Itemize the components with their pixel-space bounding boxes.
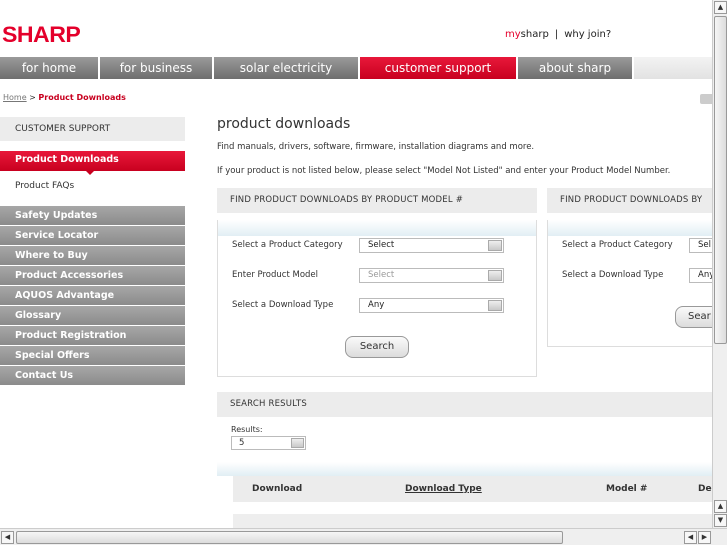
search-button-2[interactable]: Sear bbox=[675, 306, 712, 328]
column-download-type[interactable]: Download Type bbox=[405, 484, 482, 494]
nav-tab-about-sharp[interactable]: about sharp bbox=[518, 57, 634, 79]
breadcrumb: Home > Product Downloads bbox=[3, 93, 126, 102]
category-select[interactable]: Select bbox=[359, 238, 504, 253]
nav-tab-for-home[interactable]: for home bbox=[0, 57, 100, 79]
my-sharp-label: sharp bbox=[520, 29, 549, 40]
search-button[interactable]: Search bbox=[345, 336, 409, 358]
download-type-select-2-value: Any bbox=[698, 270, 712, 280]
sidebar-item-product-registration[interactable]: Product Registration bbox=[0, 326, 185, 346]
horizontal-scrollbar[interactable]: ◀ ◀ ▶ bbox=[0, 528, 727, 545]
sidebar-item-product-accessories[interactable]: Product Accessories bbox=[0, 266, 185, 286]
category-label-2: Select a Product Category bbox=[562, 240, 673, 250]
top-link-separator: | bbox=[554, 29, 559, 40]
chevron-down-icon bbox=[488, 240, 502, 251]
column-model: Model # bbox=[606, 484, 648, 494]
top-links: mysharp | why join? bbox=[505, 29, 611, 40]
horizontal-scroll-thumb[interactable] bbox=[16, 531, 563, 544]
sidebar-item-special-offers[interactable]: Special Offers bbox=[0, 346, 185, 366]
my-sharp-link[interactable]: mysharp bbox=[505, 29, 549, 40]
my-prefix: my bbox=[505, 29, 521, 40]
category-select-value: Select bbox=[368, 240, 395, 250]
download-type-label: Select a Download Type bbox=[232, 300, 334, 310]
model-select[interactable]: Select bbox=[359, 268, 504, 283]
sidebar-item-glossary[interactable]: Glossary bbox=[0, 306, 185, 326]
scroll-down-icon[interactable]: ▼ bbox=[714, 514, 727, 527]
results-table-band bbox=[217, 462, 712, 476]
chevron-down-icon bbox=[291, 438, 304, 448]
page-title: product downloads bbox=[217, 116, 351, 132]
category-select-2-value: Sel bbox=[698, 240, 711, 250]
sidebar-list: Safety Updates Service Locator Where to … bbox=[0, 206, 185, 386]
page-viewport: SHARP mysharp | why join? for home for bus… bbox=[0, 0, 712, 528]
page-description: Find manuals, drivers, software, firmwar… bbox=[217, 142, 535, 152]
download-type-label-2: Select a Download Type bbox=[562, 270, 664, 280]
download-type-select-value: Any bbox=[368, 300, 385, 310]
page-note: If your product is not listed below, ple… bbox=[217, 166, 671, 176]
panel-band bbox=[548, 220, 712, 236]
sidebar-item-product-downloads[interactable]: Product Downloads bbox=[0, 151, 185, 175]
sidebar-item-product-faqs[interactable]: Product FAQs bbox=[0, 173, 185, 206]
sidebar-heading: CUSTOMER SUPPORT bbox=[0, 117, 185, 141]
breadcrumb-home-link[interactable]: Home bbox=[3, 93, 27, 102]
sidebar-item-aquos-advantage[interactable]: AQUOS Advantage bbox=[0, 286, 185, 306]
scroll-right-icon[interactable]: ▶ bbox=[698, 531, 711, 544]
sidebar-item-contact-us[interactable]: Contact Us bbox=[0, 366, 185, 386]
scroll-up-icon[interactable]: ▲ bbox=[714, 1, 727, 14]
table-row bbox=[233, 514, 712, 528]
breadcrumb-current: Product Downloads bbox=[38, 93, 126, 102]
category-select-2[interactable]: Sel bbox=[689, 238, 712, 253]
chevron-down-icon bbox=[488, 270, 502, 281]
vertical-scroll-thumb[interactable] bbox=[714, 16, 727, 344]
scroll-left-icon[interactable]: ◀ bbox=[1, 531, 14, 544]
panel-band bbox=[218, 220, 536, 236]
column-description: De bbox=[698, 484, 712, 494]
column-download: Download bbox=[252, 484, 303, 494]
breadcrumb-separator: > bbox=[29, 93, 36, 102]
results-count-label: Results: bbox=[231, 425, 263, 434]
vertical-scrollbar[interactable]: ▲ ▲ ▼ bbox=[712, 0, 727, 528]
category-label: Select a Product Category bbox=[232, 240, 343, 250]
chevron-down-icon bbox=[488, 300, 502, 311]
scroll-up-icon[interactable]: ▲ bbox=[714, 500, 727, 513]
model-panel-heading: FIND PRODUCT DOWNLOADS BY PRODUCT MODEL … bbox=[217, 188, 537, 213]
download-type-select[interactable]: Any bbox=[359, 298, 504, 313]
results-count-value: 5 bbox=[239, 438, 245, 448]
sidebar-item-where-to-buy[interactable]: Where to Buy bbox=[0, 246, 185, 266]
nav-tab-solar-electricity[interactable]: solar electricity bbox=[214, 57, 360, 79]
model-select-value: Select bbox=[368, 270, 395, 280]
model-label: Enter Product Model bbox=[232, 270, 319, 280]
category-panel-heading: FIND PRODUCT DOWNLOADS BY bbox=[547, 188, 712, 213]
sharp-logo[interactable]: SHARP bbox=[2, 22, 81, 48]
print-icon[interactable] bbox=[700, 94, 712, 104]
sidebar-item-service-locator[interactable]: Service Locator bbox=[0, 226, 185, 246]
results-count-select[interactable]: 5 bbox=[231, 436, 306, 450]
results-heading: SEARCH RESULTS bbox=[217, 392, 712, 417]
nav-tab-for-business[interactable]: for business bbox=[100, 57, 214, 79]
why-join-link[interactable]: why join? bbox=[564, 29, 611, 40]
main-nav: for home for business solar electricity … bbox=[0, 57, 712, 79]
sidebar-item-safety-updates[interactable]: Safety Updates bbox=[0, 206, 185, 226]
scroll-left-icon[interactable]: ◀ bbox=[684, 531, 697, 544]
download-type-select-2[interactable]: Any bbox=[689, 268, 712, 283]
nav-tab-customer-support[interactable]: customer support bbox=[360, 57, 518, 79]
